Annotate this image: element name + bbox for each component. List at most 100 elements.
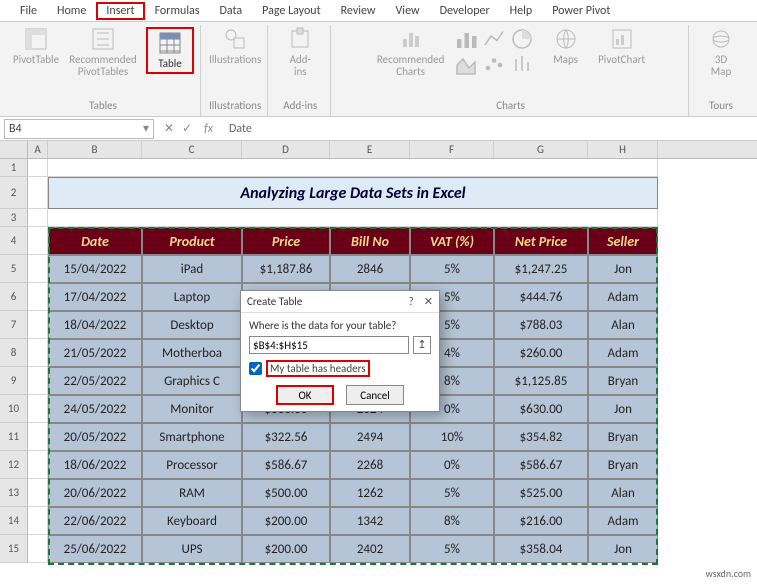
menu-view[interactable]: View bbox=[386, 2, 430, 20]
cell[interactable] bbox=[28, 451, 48, 479]
table-cell[interactable]: Alan bbox=[588, 311, 658, 339]
row-header-8[interactable]: 8 bbox=[0, 339, 28, 367]
table-cell[interactable]: Motherboa bbox=[142, 339, 242, 367]
dialog-help-button[interactable]: ? bbox=[409, 295, 414, 308]
table-cell[interactable]: $354.82 bbox=[494, 423, 588, 451]
table-cell[interactable]: $260.00 bbox=[494, 339, 588, 367]
table-cell[interactable]: $322.56 bbox=[242, 423, 330, 451]
table-cell[interactable]: RAM bbox=[142, 479, 242, 507]
table-cell[interactable]: 17/04/2022 bbox=[48, 283, 142, 311]
cancel-icon[interactable]: ✕ bbox=[164, 121, 174, 136]
table-cell[interactable]: 8% bbox=[410, 507, 494, 535]
table-cell[interactable]: Adam bbox=[588, 339, 658, 367]
collapse-dialog-icon[interactable]: ↥ bbox=[413, 336, 431, 354]
table-cell[interactable]: 20/06/2022 bbox=[48, 479, 142, 507]
cell[interactable] bbox=[28, 479, 48, 507]
cell[interactable] bbox=[28, 177, 48, 209]
menu-powerpivot[interactable]: Power Pivot bbox=[542, 2, 620, 20]
table-cell[interactable]: Bryan bbox=[588, 451, 658, 479]
table-cell[interactable]: $444.76 bbox=[494, 283, 588, 311]
menu-formulas[interactable]: Formulas bbox=[145, 2, 210, 20]
recommended-pivot-button[interactable]: Recommended PivotTables bbox=[68, 27, 138, 78]
table-cell[interactable]: 18/06/2022 bbox=[48, 451, 142, 479]
cell[interactable] bbox=[28, 227, 48, 255]
table-cell[interactable]: $1,187.86 bbox=[242, 255, 330, 283]
header-date[interactable]: Date bbox=[48, 227, 142, 255]
menu-data[interactable]: Data bbox=[210, 2, 253, 20]
table-cell[interactable]: $358.04 bbox=[494, 535, 588, 563]
row-header-9[interactable]: 9 bbox=[0, 367, 28, 395]
table-cell[interactable]: $200.00 bbox=[242, 535, 330, 563]
table-cell[interactable]: 2402 bbox=[330, 535, 410, 563]
table-cell[interactable]: Alan bbox=[588, 479, 658, 507]
row-header-15[interactable]: 15 bbox=[0, 535, 28, 563]
scatter-chart-icon[interactable] bbox=[482, 53, 506, 77]
table-cell[interactable]: UPS bbox=[142, 535, 242, 563]
illustrations-button[interactable]: Illustrations bbox=[211, 27, 259, 66]
row-header-5[interactable]: 5 bbox=[0, 255, 28, 283]
ok-button[interactable]: OK bbox=[276, 385, 334, 405]
cancel-button[interactable]: Cancel bbox=[346, 385, 404, 405]
table-cell[interactable]: Adam bbox=[588, 507, 658, 535]
cell[interactable] bbox=[28, 395, 48, 423]
col-header-D[interactable]: D bbox=[242, 141, 330, 158]
chevron-down-icon[interactable]: ▾ bbox=[143, 121, 149, 136]
pie-chart-icon[interactable] bbox=[510, 27, 534, 51]
col-header-F[interactable]: F bbox=[410, 141, 494, 158]
table-cell[interactable]: Laptop bbox=[142, 283, 242, 311]
menu-file[interactable]: File bbox=[10, 2, 47, 20]
header-price[interactable]: Price bbox=[242, 227, 330, 255]
table-cell[interactable]: $586.67 bbox=[494, 451, 588, 479]
table-range-input[interactable] bbox=[249, 336, 409, 354]
table-cell[interactable]: 2846 bbox=[330, 255, 410, 283]
row-header-1[interactable]: 1 bbox=[0, 159, 28, 177]
table-cell[interactable]: $1,247.25 bbox=[494, 255, 588, 283]
table-cell[interactable]: $586.67 bbox=[242, 451, 330, 479]
stock-chart-icon[interactable] bbox=[510, 53, 534, 77]
row-header-14[interactable]: 14 bbox=[0, 507, 28, 535]
row-header-11[interactable]: 11 bbox=[0, 423, 28, 451]
dialog-close-button[interactable]: ✕ bbox=[424, 295, 433, 308]
cell[interactable] bbox=[48, 209, 658, 227]
pivotchart-button[interactable]: PivotChart bbox=[598, 27, 646, 66]
bar-chart-icon[interactable] bbox=[454, 27, 478, 51]
header-product[interactable]: Product bbox=[142, 227, 242, 255]
table-cell[interactable]: 10% bbox=[410, 423, 494, 451]
table-cell[interactable]: $216.00 bbox=[494, 507, 588, 535]
table-button[interactable]: Table bbox=[146, 27, 194, 74]
addins-button[interactable]: Add- ins bbox=[276, 27, 324, 78]
table-cell[interactable]: 24/05/2022 bbox=[48, 395, 142, 423]
table-cell[interactable]: $500.00 bbox=[242, 479, 330, 507]
dialog-titlebar[interactable]: Create Table ? ✕ bbox=[241, 291, 439, 313]
maps-button[interactable]: Maps bbox=[542, 27, 590, 66]
table-cell[interactable]: 5% bbox=[410, 255, 494, 283]
cell[interactable] bbox=[28, 209, 48, 227]
col-header-G[interactable]: G bbox=[494, 141, 588, 158]
select-all-corner[interactable] bbox=[0, 141, 28, 158]
table-cell[interactable]: 18/04/2022 bbox=[48, 311, 142, 339]
table-cell[interactable]: Jon bbox=[588, 535, 658, 563]
cell[interactable] bbox=[28, 507, 48, 535]
row-header-6[interactable]: 6 bbox=[0, 283, 28, 311]
cell[interactable] bbox=[28, 535, 48, 563]
table-cell[interactable]: Graphics C bbox=[142, 367, 242, 395]
table-cell[interactable]: 22/06/2022 bbox=[48, 507, 142, 535]
table-cell[interactable]: 2268 bbox=[330, 451, 410, 479]
chart-gallery[interactable] bbox=[454, 27, 534, 75]
table-cell[interactable]: iPad bbox=[142, 255, 242, 283]
row-header-7[interactable]: 7 bbox=[0, 311, 28, 339]
table-cell[interactable]: 22/05/2022 bbox=[48, 367, 142, 395]
table-cell[interactable]: Smartphone bbox=[142, 423, 242, 451]
menu-pagelayout[interactable]: Page Layout bbox=[252, 2, 330, 20]
menu-home[interactable]: Home bbox=[47, 2, 96, 20]
recommended-charts-button[interactable]: Recommended Charts bbox=[376, 27, 446, 78]
cell[interactable] bbox=[28, 311, 48, 339]
cell[interactable] bbox=[28, 367, 48, 395]
col-header-H[interactable]: H bbox=[588, 141, 658, 158]
menu-developer[interactable]: Developer bbox=[430, 2, 500, 20]
title-cell[interactable]: Analyzing Large Data Sets in Excel bbox=[48, 177, 658, 209]
fx-icon[interactable]: fx bbox=[200, 122, 217, 136]
table-cell[interactable]: Desktop bbox=[142, 311, 242, 339]
cell[interactable] bbox=[28, 159, 48, 177]
row-header-10[interactable]: 10 bbox=[0, 395, 28, 423]
